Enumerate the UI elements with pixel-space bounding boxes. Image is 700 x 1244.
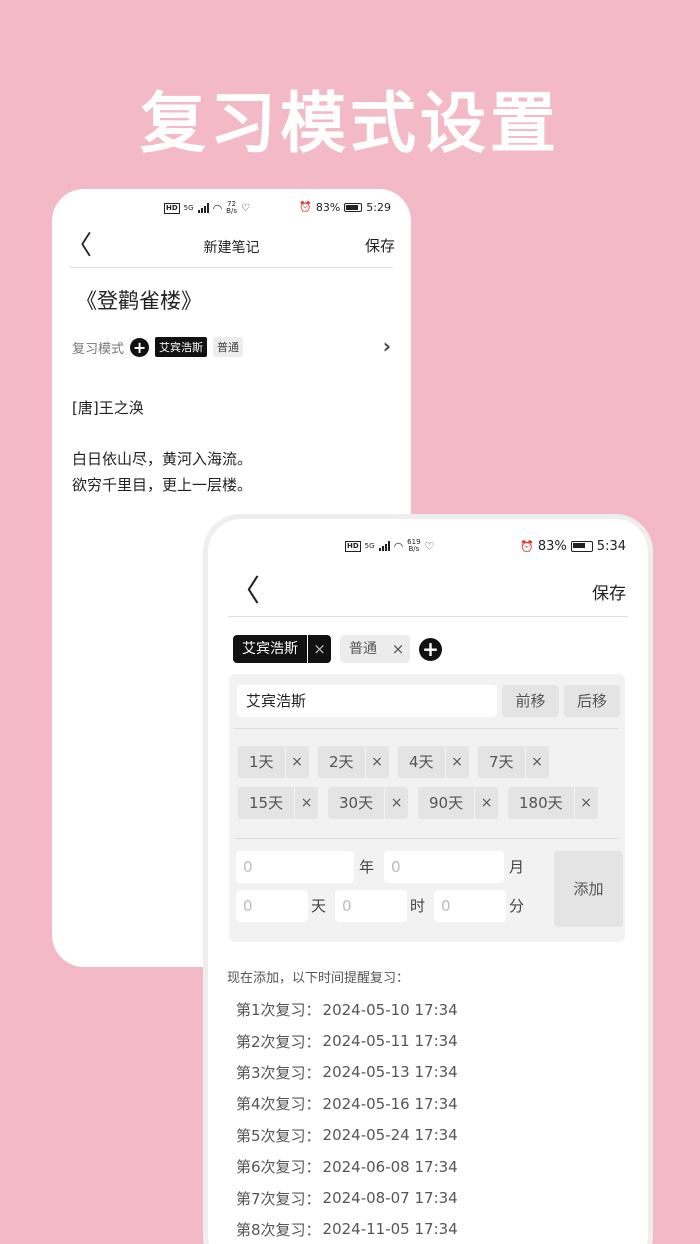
mode-editor-panel: 艾宾浩斯 前移 后移 1天 × 2天 × 4天 × 7天 × 15天 × 30天 × 90天… [229,674,625,942]
save-button[interactable]: 保存 [365,235,395,256]
interval-chip[interactable]: 180天 × [508,787,598,819]
battery-percent: 83% [537,539,567,554]
mode-tag-selected[interactable]: 艾宾浩斯 × [233,635,331,663]
note-line: 欲穷千里目，更上一层楼。 [72,476,253,494]
minutes-unit: 分 [509,897,525,915]
note-author: [唐]王之涣 [72,399,144,417]
list-item: 第2次复习： 2024-05-11 17:34 [236,1032,458,1051]
back-arrow-icon[interactable]: 〈 [230,577,260,607]
note-line: 白日依山尽，黄河入海流。 [72,450,253,468]
add-interval-button[interactable]: 添加 [554,851,623,927]
list-item: 第4次复习： 2024-05-16 17:34 [236,1094,458,1114]
interval-chip[interactable]: 1天 × [238,746,309,778]
heart-icon: ♡ [424,539,435,553]
months-input[interactable]: 0 [384,851,504,883]
hours-unit: 时 [410,897,426,915]
clock: 5:34 [596,539,626,554]
divider [70,267,393,268]
divider [228,616,628,617]
page-title: 新建笔记 [203,240,260,256]
wifi-icon: ◠ [393,539,404,553]
add-mode-icon[interactable]: + [130,337,150,357]
hd-icon: HD [164,202,180,214]
interval-chip[interactable]: 2天 × [318,746,389,778]
interval-chip[interactable]: 90天 × [418,787,499,819]
close-icon[interactable]: × [524,746,549,778]
network-type: 5G [183,204,194,212]
battery-percent: 83% [315,201,341,214]
heart-icon: ♡ [240,202,250,214]
mode-tag-label: 艾宾浩斯 [242,641,298,657]
close-icon[interactable]: × [307,635,331,663]
note-title[interactable]: 《登鹳雀楼》 [76,285,202,315]
wifi-icon: ◠ [212,201,223,215]
signal-icon [378,541,390,551]
divider [235,838,619,839]
alarm-icon: ⏰ [520,540,534,553]
add-mode-icon[interactable]: + [419,637,442,661]
alarm-icon: ⏰ [299,202,312,213]
schedule-title: 现在添加，以下时间提醒复习： [227,971,410,986]
mode-chip-selected[interactable]: 艾宾浩斯 [155,337,208,357]
mode-chip[interactable]: 普通 [213,337,244,357]
status-bar: HD 5G ◠ 72 B/s ♡ ⏰ 83% 5:29 [52,201,411,219]
battery-icon [570,541,593,552]
close-icon[interactable]: × [384,787,408,819]
days-unit: 天 [311,897,327,915]
mode-tag-label: 普通 [349,641,377,657]
close-icon[interactable]: × [364,746,389,778]
list-item: 第5次复习： 2024-05-24 17:34 [236,1126,458,1145]
divider [235,728,619,729]
net-speed: 72 B/s [226,200,237,215]
headline: 复习模式设置 [140,85,560,162]
clock: 5:29 [366,201,391,214]
interval-chip[interactable]: 4天 × [398,746,469,778]
hd-icon: HD [345,540,361,552]
move-down-button[interactable]: 后移 [564,685,620,717]
phone-review-settings: HD 5G ◠ 619 B/s ♡ ⏰ 83% 5:34 〈 保存 艾宾浩斯 × … [203,514,653,1244]
chevron-right-icon[interactable]: › [383,335,391,357]
close-icon[interactable]: × [386,635,410,663]
interval-chip[interactable]: 7天 × [478,746,549,778]
list-item: 第3次复习： 2024-05-13 17:34 [236,1063,458,1082]
network-type: 5G [364,542,375,550]
minutes-input[interactable]: 0 [434,890,506,922]
review-mode-row[interactable]: 复习模式 + 艾宾浩斯 普通 › [72,335,391,359]
interval-chip[interactable]: 30天 × [328,787,409,819]
move-up-button[interactable]: 前移 [502,685,559,717]
mode-tags: 艾宾浩斯 × 普通 × + [233,634,628,664]
hours-input[interactable]: 0 [335,890,407,922]
close-icon[interactable]: × [573,787,598,819]
list-item: 第7次复习： 2024-08-07 17:34 [236,1189,458,1208]
status-bar: HD 5G ◠ 619 B/s ♡ ⏰ 83% 5:34 [208,539,648,559]
months-unit: 月 [509,858,525,876]
mode-tag[interactable]: 普通 × [340,635,410,663]
list-item: 第1次复习： 2024-05-10 17:34 [236,1000,458,1020]
battery-icon [344,203,363,212]
interval-chip[interactable]: 15天 × [238,787,319,819]
close-icon[interactable]: × [444,746,469,778]
close-icon[interactable]: × [294,787,318,819]
list-item: 第6次复习： 2024-06-08 17:34 [236,1157,458,1177]
signal-icon [197,203,209,213]
review-mode-label: 复习模式 [72,341,125,357]
years-input[interactable]: 0 [236,851,354,883]
close-icon[interactable]: × [284,746,309,778]
net-speed: 619 B/s [407,538,421,553]
days-input[interactable]: 0 [236,890,308,922]
plan-name-input[interactable]: 艾宾浩斯 [237,685,497,717]
close-icon[interactable]: × [474,787,498,819]
years-unit: 年 [359,858,375,876]
list-item: 第8次复习： 2024-11-05 17:34 [236,1220,458,1239]
save-button[interactable]: 保存 [592,579,626,604]
review-schedule-list: 第1次复习： 2024-05-10 17:34 第2次复习： 2024-05-11 … [236,994,458,1244]
nav-bar: 〈 新建笔记 保存 [52,231,411,267]
